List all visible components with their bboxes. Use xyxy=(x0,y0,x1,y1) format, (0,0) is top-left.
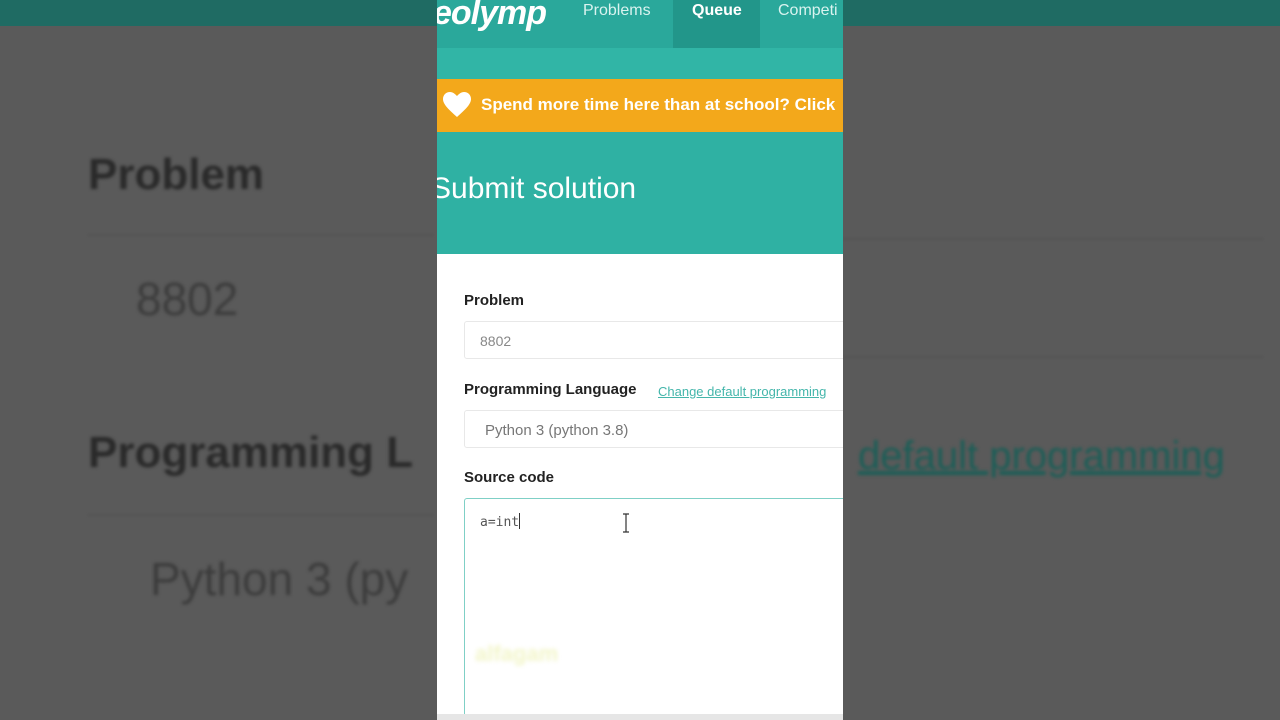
nav-item-queue[interactable]: Queue xyxy=(692,2,742,20)
background-language-value: Python 3 (py xyxy=(150,553,409,605)
change-default-language-link[interactable]: Change default programming xyxy=(658,384,826,399)
phone-frame: eolymp Problems Queue Competi Spend more… xyxy=(437,0,843,720)
source-code-editor[interactable]: a=int alfagam xyxy=(464,498,843,720)
source-code-content: a=int xyxy=(480,515,520,530)
text-cursor-icon xyxy=(623,513,629,533)
language-select-value: Python 3 (python 3.8) xyxy=(485,422,629,439)
nav-substrip xyxy=(437,48,843,79)
problem-field-value: 8802 xyxy=(480,333,512,349)
background-heading-language: Programming L xyxy=(88,428,414,477)
language-label: Programming Language xyxy=(464,381,637,398)
background-heading-problem: Problem xyxy=(88,150,265,199)
source-code-label: Source code xyxy=(464,469,555,486)
background-divider xyxy=(88,234,433,236)
watermark-text: alfagam xyxy=(475,641,559,666)
source-code-text: a=int xyxy=(480,513,521,530)
problem-field[interactable]: 8802 xyxy=(464,321,843,359)
submit-form: Problem 8802 Programming Language Change… xyxy=(437,254,843,720)
bottom-scrollbar xyxy=(437,714,843,720)
banner-text: Spend more time here than at school? Cli… xyxy=(481,95,836,114)
background-problem-value: 8802 xyxy=(136,273,239,325)
background-divider-right-2 xyxy=(843,356,1263,358)
problem-label: Problem xyxy=(464,292,525,309)
top-navigation: eolymp Problems Queue Competi xyxy=(437,0,843,48)
text-caret xyxy=(519,513,521,529)
nav-item-problems[interactable]: Problems xyxy=(583,2,651,20)
promo-banner[interactable]: Spend more time here than at school? Cli… xyxy=(437,79,843,132)
background-divider-2 xyxy=(88,514,433,516)
background-link: default programming xyxy=(858,434,1225,478)
site-logo[interactable]: eolymp xyxy=(437,0,547,33)
heart-icon xyxy=(443,92,471,117)
language-select[interactable]: Python 3 (python 3.8) xyxy=(464,410,843,448)
page-title: Submit solution xyxy=(437,172,637,205)
page-header: Submit solution xyxy=(437,132,843,254)
nav-item-competitions[interactable]: Competi xyxy=(778,2,838,20)
background-divider-right xyxy=(843,238,1263,240)
